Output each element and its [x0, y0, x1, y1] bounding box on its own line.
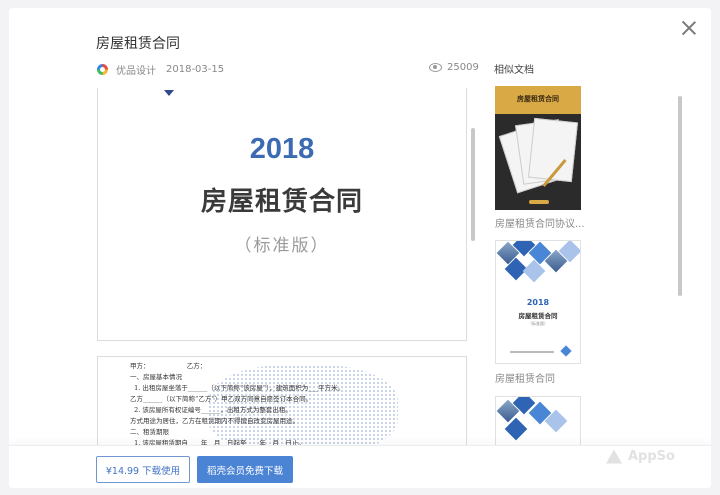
cover-year: 2018 [249, 133, 315, 165]
preview-page-cover: 2018 房屋租赁合同 （标准版） [97, 88, 467, 341]
thumb-2-footer-line [510, 351, 554, 353]
cover-subtitle: （标准版） [234, 236, 330, 256]
similar-doc-label-1[interactable]: 房屋租赁合同协议... [495, 215, 585, 230]
thumb-1-title: 房屋租赁合同 [517, 95, 559, 103]
thumb-2-subtitle: （标准版） [528, 321, 548, 326]
thumb-1-footer-bar [529, 200, 549, 204]
author-logo-icon [97, 64, 108, 75]
thumb-2-title: 房屋租赁合同 [518, 312, 558, 320]
close-icon[interactable] [681, 20, 697, 36]
buy-download-button[interactable]: ¥14.99 下载使用 [96, 456, 190, 483]
document-title: 房屋租赁合同 [96, 36, 180, 52]
similar-doc-thumb-1[interactable]: 房屋租赁合同 [495, 86, 581, 210]
view-count-value: 25009 [447, 62, 479, 73]
similar-doc-label-2[interactable]: 房屋租赁合同 [495, 370, 555, 385]
member-free-download-button[interactable]: 稻壳会员免费下载 [197, 456, 293, 483]
document-preview-modal: 房屋租赁合同 优品设计 2018-03-15 25009 2018 房屋租赁合同… [9, 8, 711, 488]
document-meta: 优品设计 2018-03-15 [97, 62, 224, 77]
diamond-decoration [522, 259, 546, 283]
watermark-text: AppSo [628, 449, 675, 464]
viewer-scrollbar[interactable] [471, 128, 475, 241]
appso-watermark: AppSo [606, 449, 675, 464]
thumb-2-year: 2018 [526, 298, 550, 307]
similar-docs-heading: 相似文档 [494, 65, 534, 76]
diamond-decoration [560, 345, 572, 357]
similar-doc-thumb-2[interactable]: 2018 房屋租赁合同 （标准版） [495, 240, 581, 364]
cover-title: 房屋租赁合同 [200, 187, 363, 217]
document-viewer[interactable]: 2018 房屋租赁合同 （标准版） 甲方： 乙方： 一、房屋基本情况 1. 出租… [96, 88, 480, 448]
appso-logo-icon [606, 449, 622, 464]
preview-page-2: 甲方： 乙方： 一、房屋基本情况 1. 出租房屋坐落于______（以下简称“该… [97, 356, 467, 448]
view-count: 25009 [429, 62, 479, 73]
sidebar-scrollbar[interactable] [678, 96, 682, 296]
page-2-text: 甲方： 乙方： 一、房屋基本情况 1. 出租房屋坐落于______（以下简称“该… [130, 362, 345, 447]
publish-date: 2018-03-15 [166, 64, 225, 75]
author-name[interactable]: 优品设计 [116, 62, 156, 77]
eye-icon [429, 63, 442, 72]
page-marker-icon [164, 90, 174, 96]
